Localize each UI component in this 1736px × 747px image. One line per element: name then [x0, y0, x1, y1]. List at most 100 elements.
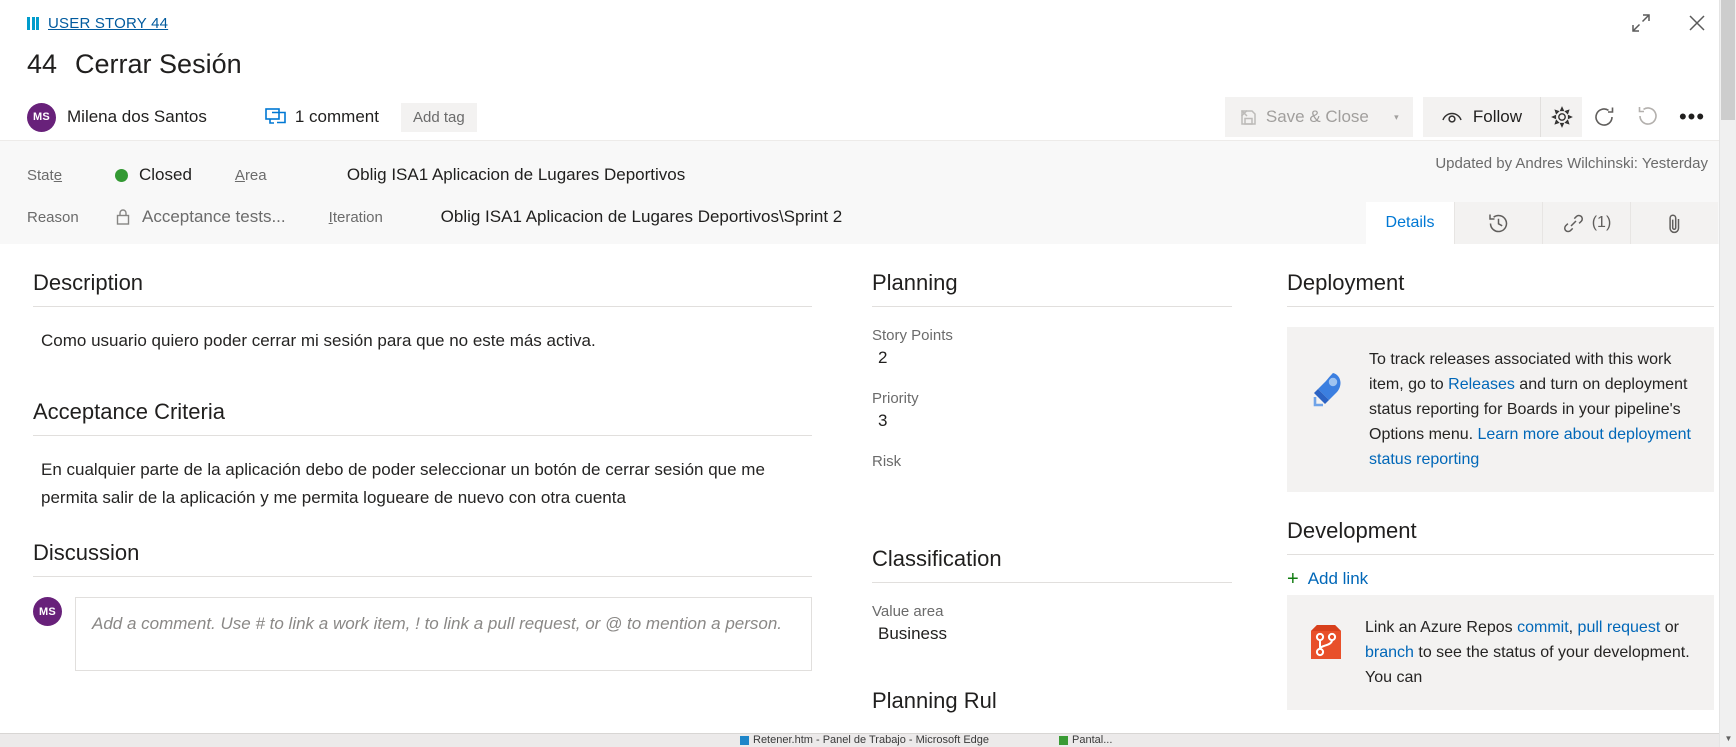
- development-text-comma: ,: [1568, 619, 1578, 636]
- scroll-down-arrow[interactable]: ▼: [1720, 730, 1736, 747]
- taskbar-item-label: Pantal...: [1072, 734, 1113, 746]
- attachment-icon: [1664, 212, 1685, 235]
- save-and-close-label: Save & Close: [1265, 107, 1369, 126]
- window-controls: [1624, 6, 1714, 40]
- repo-icon: [1305, 615, 1347, 690]
- eye-icon: [1441, 109, 1463, 125]
- development-text-or: or: [1660, 619, 1679, 636]
- undo-button[interactable]: [1626, 97, 1670, 137]
- state-value-text: Closed: [139, 165, 192, 184]
- expand-arrows-icon[interactable]: [1624, 6, 1658, 40]
- add-tag-button[interactable]: Add tag: [400, 102, 477, 132]
- risk-value[interactable]: [872, 474, 1232, 496]
- story-points-label: Story Points: [872, 327, 953, 344]
- story-points-value[interactable]: 2: [872, 348, 1232, 370]
- plus-icon: +: [1287, 568, 1299, 590]
- link-icon: [1562, 212, 1585, 235]
- description-column: Description Como usuario quiero poder ce…: [0, 244, 840, 747]
- follow-button[interactable]: Follow: [1423, 97, 1540, 137]
- work-item-title[interactable]: Cerrar Sesión: [75, 49, 242, 80]
- releases-link[interactable]: Releases: [1448, 376, 1515, 393]
- deployment-info-card: To track releases associated with this w…: [1287, 327, 1714, 492]
- breadcrumb-link-user-story[interactable]: USER STORY 44: [48, 15, 168, 32]
- divider: [33, 576, 812, 577]
- work-item-id: 44: [27, 49, 58, 79]
- divider: [1287, 306, 1714, 307]
- state-field-value[interactable]: Closed: [115, 165, 192, 185]
- priority-value[interactable]: 3: [872, 411, 1232, 433]
- taskbar-item[interactable]: Retener.htm - Panel de Trabajo - Microso…: [730, 734, 989, 746]
- refresh-button[interactable]: [1582, 97, 1626, 137]
- iteration-field-value[interactable]: Oblig ISA1 Aplicacion de Lugares Deporti…: [441, 207, 843, 227]
- branch-link[interactable]: branch: [1365, 644, 1414, 661]
- reason-value-text: Acceptance tests...: [142, 207, 286, 226]
- deployment-info-text: To track releases associated with this w…: [1369, 347, 1692, 472]
- work-item-body: Description Como usuario quiero poder ce…: [0, 244, 1736, 747]
- discussion-heading: Discussion: [33, 540, 140, 565]
- reason-field-value: Acceptance tests...: [115, 207, 286, 227]
- tab-links-count: (1): [1591, 214, 1612, 231]
- work-item-header: USER STORY 44 44 Cerrar Sesión MS Milena…: [0, 0, 1736, 140]
- gear-icon[interactable]: [1540, 97, 1582, 137]
- scrollbar-thumb[interactable]: [1721, 0, 1735, 120]
- planning-column: Planning Story Points 2 Priority 3 Risk …: [840, 244, 1260, 747]
- area-field-label: Area: [234, 166, 267, 184]
- comment-input[interactable]: Add a comment. Use # to link a work item…: [75, 597, 812, 671]
- user-story-icon: [27, 16, 39, 30]
- add-link-button[interactable]: + Add link: [1287, 569, 1714, 589]
- updated-by-label: Updated by Andres Wilchinski: Yesterday: [1435, 155, 1708, 172]
- tab-attachments[interactable]: [1630, 202, 1718, 244]
- next-section-heading-partial: Planning Rul: [872, 688, 997, 713]
- work-item-tabs: Details (1): [1366, 202, 1718, 244]
- close-icon[interactable]: [1680, 6, 1714, 40]
- rocket-icon: [1305, 347, 1351, 472]
- description-text[interactable]: Como usuario quiero poder cerrar mi sesi…: [33, 327, 812, 355]
- state-field-label: State: [27, 166, 63, 184]
- edge-icon: [740, 735, 749, 745]
- acceptance-criteria-heading: Acceptance Criteria: [33, 399, 225, 424]
- divider: [33, 306, 812, 307]
- comment-count-label: 1 comment: [294, 107, 379, 126]
- priority-label: Priority: [872, 390, 919, 407]
- tab-details[interactable]: Details: [1366, 202, 1454, 244]
- avatar: MS: [27, 102, 56, 132]
- comment-icon: [265, 107, 286, 127]
- lock-icon: [115, 208, 131, 226]
- divider: [1287, 554, 1714, 555]
- avatar: MS: [33, 597, 62, 626]
- breadcrumb: USER STORY 44: [0, 10, 1736, 36]
- tab-links[interactable]: (1): [1542, 202, 1630, 244]
- value-area-value[interactable]: Business: [872, 624, 1232, 646]
- tab-history[interactable]: [1454, 202, 1542, 244]
- window-scrollbar[interactable]: ▲ ▼: [1719, 0, 1736, 747]
- taskbar-item[interactable]: Pantal...: [1049, 734, 1112, 746]
- chevron-down-icon[interactable]: ▾: [1378, 97, 1413, 137]
- development-heading: Development: [1287, 518, 1417, 543]
- commit-link[interactable]: commit: [1517, 619, 1569, 636]
- iteration-field-label: Iteration: [328, 208, 383, 226]
- more-options-button[interactable]: •••: [1670, 97, 1714, 137]
- description-heading: Description: [33, 270, 144, 295]
- acceptance-criteria-text[interactable]: En cualquier parte de la aplicación debo…: [33, 456, 812, 512]
- add-link-label: Add link: [1307, 569, 1369, 588]
- divider: [33, 435, 812, 436]
- value-area-label: Value area: [872, 603, 944, 620]
- assigned-to[interactable]: MS Milena dos Santos: [27, 102, 207, 132]
- discussion-input-row: MS Add a comment. Use # to link a work i…: [33, 597, 812, 671]
- save-disabled-icon: [1225, 108, 1258, 127]
- deployment-development-column: Deployment To track releases associated …: [1260, 244, 1736, 747]
- area-field-value[interactable]: Oblig ISA1 Aplicacion de Lugares Deporti…: [347, 165, 685, 185]
- development-info-card: Link an Azure Repos commit, pull request…: [1287, 595, 1714, 710]
- work-item-dialog: USER STORY 44 44 Cerrar Sesión MS Milena…: [0, 0, 1736, 747]
- development-info-text: Link an Azure Repos commit, pull request…: [1365, 615, 1692, 690]
- state-dot-icon: [115, 168, 128, 182]
- divider: [872, 306, 1232, 307]
- comment-count[interactable]: 1 comment: [265, 107, 379, 127]
- save-and-close-button[interactable]: Save & Close ▾: [1224, 97, 1413, 137]
- os-taskbar: Retener.htm - Panel de Trabajo - Microso…: [0, 733, 1719, 747]
- development-text-part1: Link an Azure Repos: [1365, 619, 1518, 636]
- work-item-toolbar: Save & Close ▾ Follow •••: [1224, 97, 1714, 137]
- work-item-title-row: 44 Cerrar Sesión: [0, 49, 1736, 80]
- excel-icon: [1059, 735, 1069, 745]
- pull-request-link[interactable]: pull request: [1578, 619, 1661, 636]
